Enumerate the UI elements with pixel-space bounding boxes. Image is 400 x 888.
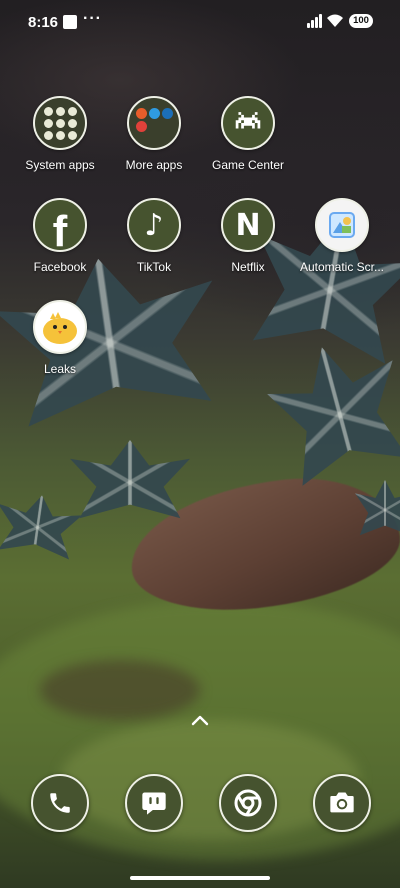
camera-icon xyxy=(330,792,354,813)
app-netflix[interactable]: N Netflix xyxy=(202,198,294,274)
app-facebook[interactable]: f Facebook xyxy=(14,198,106,274)
app-automatic-screenshot[interactable]: Automatic Scr... xyxy=(296,198,388,274)
app-game-center[interactable]: Game Center xyxy=(202,96,294,172)
folder-icon xyxy=(33,96,87,150)
gallery-icon xyxy=(315,198,369,252)
app-more-apps[interactable]: More apps xyxy=(108,96,200,172)
folder-icon xyxy=(127,96,181,150)
dock-phone[interactable] xyxy=(31,774,89,832)
home-indicator[interactable] xyxy=(130,876,270,880)
dock-chrome[interactable] xyxy=(219,774,277,832)
app-system-apps[interactable]: System apps xyxy=(14,96,106,172)
signal-icon xyxy=(307,14,323,28)
app-label: Facebook xyxy=(33,260,87,274)
chrome-icon xyxy=(234,789,262,817)
app-tiktok[interactable]: ♪ TikTok xyxy=(108,198,200,274)
chevron-up-icon[interactable] xyxy=(188,710,212,730)
space-invader-icon xyxy=(221,96,275,150)
clock: 8:16 xyxy=(28,14,59,31)
netflix-icon: N xyxy=(221,198,275,252)
message-icon xyxy=(142,792,166,815)
chick-icon xyxy=(33,300,87,354)
phone-icon xyxy=(50,793,70,813)
app-label: Leaks xyxy=(43,362,77,376)
battery-icon: 100 xyxy=(349,14,373,28)
music-note-icon: ♪ xyxy=(127,198,181,252)
app-label: Automatic Scr... xyxy=(299,260,385,274)
dock-camera[interactable] xyxy=(313,774,371,832)
app-label: Netflix xyxy=(231,260,265,274)
app-label: More apps xyxy=(125,158,183,172)
facebook-icon: f xyxy=(33,198,87,252)
app-label: System apps xyxy=(25,158,95,172)
dock-messages[interactable] xyxy=(125,774,183,832)
notification-icon xyxy=(63,15,77,29)
app-label: Game Center xyxy=(211,158,285,172)
status-bar: 8:16 ··· 100 xyxy=(0,0,400,44)
more-notifications-icon: ··· xyxy=(83,10,102,27)
app-leaks[interactable]: Leaks xyxy=(14,300,106,376)
wifi-icon xyxy=(327,14,343,27)
app-label: TikTok xyxy=(136,260,172,274)
